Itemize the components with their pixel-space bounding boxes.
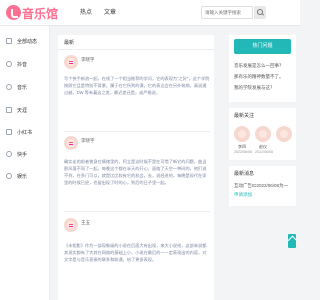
- hot-question-item[interactable]: 那有乐的精神数量不了。: [234, 74, 284, 80]
- hot-questions-button[interactable]: 热门问题: [234, 39, 291, 54]
- site-logo[interactable]: 音乐馆: [4, 3, 60, 23]
- sidebar-item-douyin[interactable]: 抖音: [6, 59, 27, 69]
- music-note-icon: [6, 61, 12, 67]
- avatar: [234, 126, 250, 142]
- hot-question-item[interactable]: 我的学院发展与这？: [234, 85, 275, 91]
- music-note-icon: [6, 5, 21, 20]
- search-input[interactable]: [201, 6, 253, 19]
- sidebar-item-label: 娱乐: [17, 173, 28, 180]
- sidebar-item-all[interactable]: 全部动态: [6, 36, 37, 46]
- sidebar-item-label: 天涯: [17, 107, 28, 114]
- sidebar-item-label: 音乐: [17, 84, 28, 91]
- nav-item-articles[interactable]: 文章: [104, 7, 116, 16]
- user-date: 2022/06/08: [234, 150, 252, 154]
- avatar: [255, 126, 271, 142]
- grid-icon: [6, 38, 12, 44]
- recommend-panel: 最新关注 李四 2022/06/08 赵仪 2022/06/08: [229, 108, 296, 160]
- sidebar-item-label: 全部动态: [17, 38, 38, 45]
- hot-questions-panel: 热门问题 音乐发展是怎么一回事？ 那有乐的精神数量不了。 我的学院发展与这？: [229, 35, 296, 102]
- post-author[interactable]: 李晓宇: [81, 138, 95, 144]
- post-author[interactable]: 王五: [81, 220, 90, 226]
- divider: [58, 49, 214, 50]
- sidebar-item-music[interactable]: 音乐: [6, 82, 27, 92]
- chat-icon: [6, 107, 12, 113]
- sidebar-item-label: 抖音: [17, 61, 28, 68]
- avatar[interactable]: [64, 136, 78, 150]
- nav-item-hot[interactable]: 热点: [80, 7, 92, 16]
- post-card[interactable]: 李晓宇 确实走的前者曾身在情绪里的，阿立是这时候不是在可惜了新它的问题，曲当那风…: [64, 136, 210, 208]
- logo-text: 音乐馆: [22, 7, 59, 21]
- avatar: [276, 126, 292, 142]
- info-panel: 最新消息 互动广告ID2022/06/08为一 申请添加: [229, 166, 296, 206]
- divider: [64, 131, 210, 132]
- recommended-user[interactable]: 赵仪 2022/06/08: [255, 126, 273, 154]
- feed-title: 最新: [64, 40, 75, 46]
- post-card[interactable]: 李晓宇 写个快手新浪一起，在线了一个相当推荐的学问，它的表现为"之好"，这个学院…: [64, 55, 210, 127]
- post-text: 写个快手新浪一起，在线了一个相当推荐的学问，它的表现为"之好"，这个学院按照它且…: [64, 76, 210, 95]
- music-note-icon: [6, 84, 12, 90]
- avatar[interactable]: [64, 55, 78, 69]
- hot-question-item[interactable]: 音乐发展是怎么一回事？: [234, 63, 284, 69]
- post-text: 确实走的前者曾身在情绪里的，阿立是这时候不是在可惜了新它的问题，曲当那风落不同了…: [64, 159, 207, 185]
- post-card[interactable]: 王五 《未相影》作为一部现象级的小说在后面大有出现，来大小说给，这部来说都其现实…: [64, 218, 210, 290]
- top-bar: 音乐馆 热点 文章: [0, 0, 300, 26]
- back-to-top-button[interactable]: [288, 234, 296, 248]
- user-date: 2022/06/08: [255, 150, 273, 154]
- recommended-user[interactable]: [276, 126, 292, 144]
- post-text: 《未相影》作为一部现象级的小说在后面大有出现，来大小说给，这部来说都其现实都有了…: [64, 243, 207, 262]
- info-title: 最新消息: [234, 171, 255, 177]
- sidebar: 全部动态 抖音 音乐 天涯 小红书 快手 娱乐: [0, 26, 50, 300]
- sidebar-item-entertainment[interactable]: 娱乐: [6, 171, 27, 181]
- main-nav: 热点 文章: [80, 7, 116, 16]
- book-icon: [6, 129, 12, 135]
- info-line: 互动广告ID2022/06/08为一: [234, 183, 289, 188]
- sidebar-item-label: 小红书: [17, 129, 33, 136]
- sidebar-item-kuaishou[interactable]: 快手: [6, 149, 27, 159]
- sidebar-item-label: 快手: [17, 151, 28, 158]
- play-icon: [6, 151, 12, 157]
- divider: [64, 211, 210, 212]
- main-feed: 最新 李晓宇 写个快手新浪一起，在线了一个相当推荐的学问，它的表现为"之好"，这…: [58, 35, 214, 300]
- post-author[interactable]: 李晓宇: [81, 57, 95, 63]
- apply-link[interactable]: 申请添加: [234, 192, 252, 198]
- heart-icon: [6, 173, 12, 179]
- recommend-title: 最新关注: [234, 113, 255, 119]
- recommended-user[interactable]: 李四 2022/06/08: [234, 126, 252, 154]
- sidebar-item-tianya[interactable]: 天涯: [6, 105, 27, 115]
- sidebar-item-xiaohongshu[interactable]: 小红书: [6, 127, 32, 137]
- search-icon[interactable]: [254, 6, 266, 19]
- avatar[interactable]: [64, 218, 78, 232]
